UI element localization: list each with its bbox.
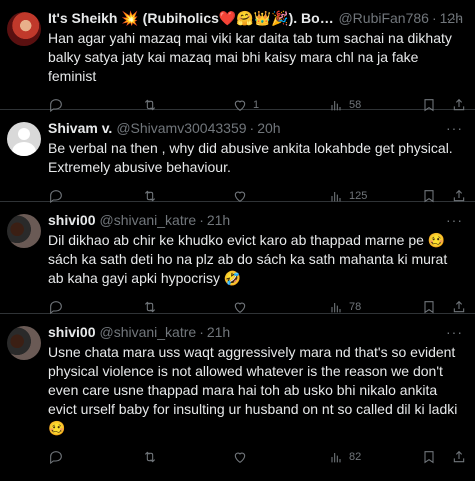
view-count: 125	[349, 190, 368, 202]
avatar[interactable]	[7, 122, 41, 156]
retweet-icon	[144, 301, 156, 313]
reply-icon	[50, 301, 62, 315]
avatar-column	[0, 212, 48, 313]
more-options-icon[interactable]: ···	[446, 212, 463, 228]
tweet-tools	[421, 299, 467, 315]
tweet-text: Be verbal na then , why did abusive anki…	[48, 140, 453, 175]
avatar[interactable]	[7, 12, 41, 46]
timestamp[interactable]: 21h	[207, 212, 230, 229]
timestamp[interactable]: 20h	[257, 120, 280, 137]
tweet[interactable]: Shivam v. @Shivamv30043359 · 20h Be verb…	[0, 110, 475, 204]
view-count: 82	[349, 451, 362, 463]
tweet-text: Han agar yahi mazaq mai viki kar daita t…	[48, 30, 452, 84]
views-button[interactable]: 78	[328, 299, 418, 315]
tweet-text: Usne chata mara uss waqt aggressively ma…	[48, 344, 458, 436]
tweet[interactable]: shivi00 @shivani_katre · 21h Dil dikhao …	[0, 202, 475, 315]
tweet-header: It's Sheikh 💥 (Rubiholics❤️🤗👑🎉). Boy.🔥 @…	[48, 10, 463, 27]
action-bar: 82	[48, 438, 465, 476]
tweet-feed: It's Sheikh 💥 (Rubiholics❤️🤗👑🎉). Boy.🔥 @…	[0, 0, 475, 481]
retweet-button[interactable]	[142, 299, 232, 315]
more-options-icon[interactable]: ···	[446, 10, 463, 26]
avatar[interactable]	[7, 326, 41, 360]
tweet-header: shivi00 @shivani_katre · 21h	[48, 324, 463, 341]
analytics-icon	[331, 303, 341, 313]
tweet[interactable]: It's Sheikh 💥 (Rubiholics❤️🤗👑🎉). Boy.🔥 @…	[0, 0, 475, 113]
separator: ·	[199, 212, 204, 228]
tweet-body: shivi00 @shivani_katre · 21h Dil dikhao …	[48, 212, 465, 315]
display-name[interactable]: shivi00	[48, 212, 95, 229]
tweet-header: shivi00 @shivani_katre · 21h	[48, 212, 463, 229]
display-name[interactable]: shivi00	[48, 324, 95, 341]
avatar-column	[0, 10, 48, 109]
view-count: 78	[349, 301, 362, 313]
like-button[interactable]	[232, 449, 328, 465]
retweet-icon	[144, 451, 156, 463]
tweet-body: shivi00 @shivani_katre · 21h Usne chata …	[48, 324, 465, 481]
heart-icon	[234, 452, 246, 463]
display-name[interactable]: Shivam v.	[48, 120, 112, 137]
tweet-text: Dil dikhao ab chir ke khudko evict karo …	[48, 232, 448, 286]
like-button[interactable]	[232, 299, 328, 315]
tweet-body: It's Sheikh 💥 (Rubiholics❤️🤗👑🎉). Boy.🔥 @…	[48, 10, 465, 113]
tweet-header: Shivam v. @Shivamv30043359 · 20h	[48, 120, 463, 137]
more-options-icon[interactable]: ···	[446, 120, 463, 136]
retweet-button[interactable]	[142, 449, 232, 465]
tweet-body: Shivam v. @Shivamv30043359 · 20h Be verb…	[48, 120, 465, 204]
reply-button[interactable]	[48, 449, 142, 465]
analytics-icon	[331, 453, 341, 463]
separator: ·	[199, 324, 204, 340]
separator: ·	[249, 120, 255, 136]
avatar[interactable]	[7, 214, 41, 248]
reply-button[interactable]	[48, 299, 142, 315]
timestamp[interactable]: 21h	[207, 324, 230, 341]
avatar-column	[0, 324, 48, 481]
heart-icon	[234, 302, 246, 313]
more-options-icon[interactable]: ···	[446, 324, 463, 340]
tweet-tools	[421, 449, 467, 465]
reply-icon	[50, 451, 62, 465]
user-handle[interactable]: @shivani_katre	[99, 324, 196, 341]
bookmark-icon[interactable]	[421, 299, 437, 315]
views-button[interactable]: 82	[328, 449, 418, 465]
user-handle[interactable]: @Shivamv30043359	[116, 120, 246, 137]
share-icon[interactable]	[451, 449, 467, 465]
bookmark-icon[interactable]	[421, 449, 437, 465]
user-handle[interactable]: @shivani_katre	[99, 212, 196, 229]
avatar-column	[0, 120, 48, 201]
user-handle[interactable]: @RubiFan786	[338, 10, 429, 27]
separator: ·	[431, 10, 437, 26]
share-icon[interactable]	[451, 299, 467, 315]
display-name[interactable]: It's Sheikh 💥 (Rubiholics❤️🤗👑🎉). Boy.🔥	[48, 10, 334, 27]
tweet[interactable]: shivi00 @shivani_katre · 21h Usne chata …	[0, 314, 475, 481]
